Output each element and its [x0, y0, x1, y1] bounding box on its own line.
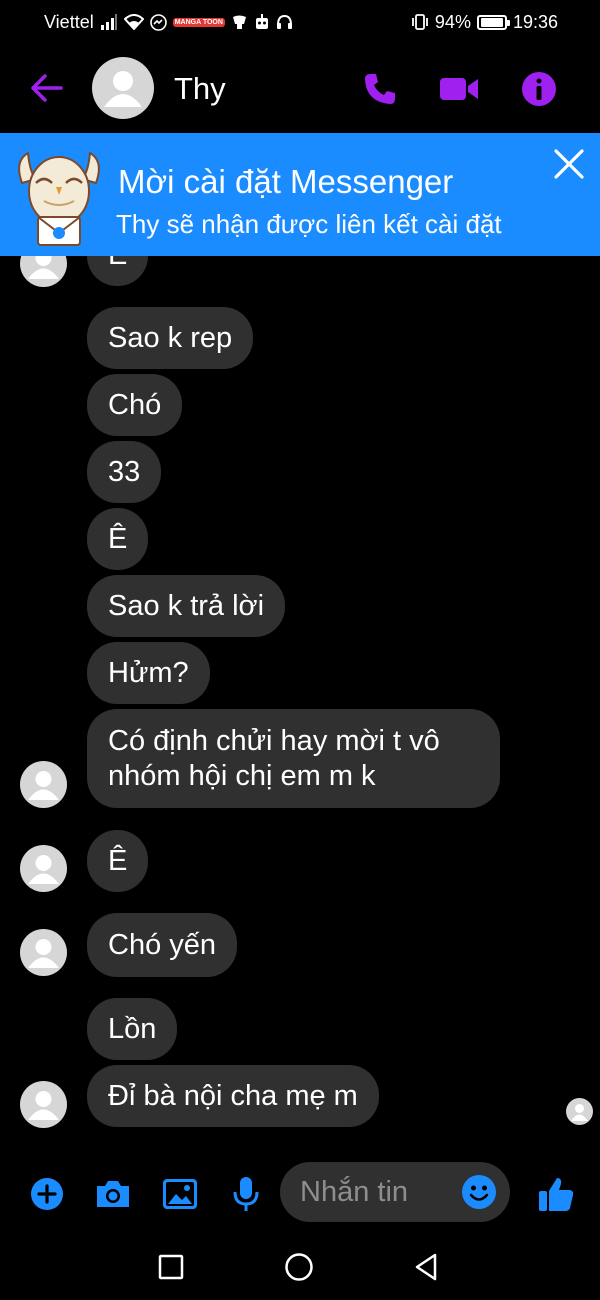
clock: 19:36: [512, 11, 558, 32]
message-text: Đỉ bà nội cha mẹ m: [108, 1079, 358, 1112]
image-icon: [163, 1179, 197, 1209]
camera-icon: [97, 1181, 129, 1207]
banner-subtitle: Thy sẽ nhận được liên kết cài đặt: [116, 209, 502, 239]
back-arrow-icon: [31, 74, 63, 102]
system-navigation-bar: [0, 1238, 600, 1300]
install-messenger-banner[interactable]: Mời cài đặt Messenger Thy sẽ nhận được l…: [0, 133, 600, 256]
microphone-icon: [233, 1177, 259, 1211]
message-bubble[interactable]: Ê: [87, 830, 149, 892]
message-bubble[interactable]: Lồn: [87, 998, 178, 1060]
app-notification-icon: [231, 14, 248, 30]
battery-level-fill: [480, 17, 504, 27]
default-avatar-icon: [28, 771, 59, 800]
message-text: Sao k rep: [108, 321, 233, 354]
messenger-notification-icon: [149, 13, 167, 31]
contact-avatar[interactable]: [92, 57, 154, 119]
sender-avatar[interactable]: [20, 761, 67, 808]
default-avatar-icon: [104, 71, 142, 107]
like-button[interactable]: [536, 1174, 576, 1214]
status-right: 94% 19:36: [411, 12, 558, 33]
emoji-button[interactable]: [461, 1174, 497, 1210]
message-bubble[interactable]: Sao k trả lời: [87, 575, 286, 637]
headphones-notification-icon: [276, 14, 293, 30]
sender-avatar[interactable]: [20, 1081, 67, 1128]
wifi-icon: [123, 14, 144, 30]
info-icon: [522, 72, 556, 106]
message-text: Hửm?: [108, 656, 189, 689]
phone-icon: [365, 74, 395, 104]
robot-notification-icon: [254, 14, 270, 30]
message-text-line: nhóm hội chị em m k: [108, 759, 376, 792]
more-actions-button[interactable]: [27, 1174, 67, 1214]
default-avatar-icon: [571, 1104, 588, 1121]
owl-mascot-icon: [14, 143, 104, 251]
battery-icon: [476, 14, 510, 30]
gallery-button[interactable]: [160, 1174, 200, 1214]
message-text: Ê: [108, 256, 127, 272]
message-bubble[interactable]: Có định chửi hay mời t vô nhóm hội chị e…: [87, 709, 500, 808]
banner-title: Mời cài đặt Messenger: [118, 163, 454, 200]
message-text-line: Có định chửi hay mời t vô: [108, 724, 440, 757]
back-icon: [415, 1253, 437, 1281]
voice-message-button[interactable]: [226, 1174, 266, 1214]
banner-close-button[interactable]: [552, 147, 586, 181]
home-button[interactable]: [284, 1252, 314, 1282]
message-text: Chó: [108, 388, 162, 421]
message-text: Ê: [108, 844, 128, 877]
message-text: 33: [108, 455, 141, 488]
message-text: Ê: [108, 522, 128, 555]
message-list[interactable]: Ê Sao k rep Chó 33 Ê Sao k trả lời Hửm? …: [0, 256, 600, 1156]
plus-icon: [31, 1178, 63, 1210]
message-text: Sao k trả lời: [108, 589, 265, 622]
message-bubble[interactable]: Chó yến: [87, 913, 238, 977]
seen-indicator-avatar: [566, 1098, 593, 1125]
sender-avatar[interactable]: [20, 845, 67, 892]
battery-percent: 94%: [434, 11, 471, 32]
signal-icon: [100, 14, 118, 30]
message-bubble[interactable]: Chó: [87, 374, 183, 436]
sender-avatar[interactable]: [20, 256, 67, 287]
home-icon: [285, 1253, 313, 1281]
sender-avatar[interactable]: [20, 929, 67, 976]
conversation-header: Thy: [0, 44, 600, 132]
carrier-label: Viettel: [44, 11, 94, 32]
message-bubble[interactable]: Đỉ bà nội cha mẹ m: [87, 1065, 379, 1127]
message-bubble[interactable]: Ê: [87, 508, 149, 570]
default-avatar-icon: [28, 1091, 59, 1120]
message-text: Lồn: [108, 1012, 157, 1045]
status-bar: Viettel MANGA TOON 94% 19:36: [0, 0, 600, 44]
status-left: Viettel MANGA TOON: [44, 12, 293, 33]
message-bubble[interactable]: Sao k rep: [87, 307, 254, 369]
default-avatar-icon: [28, 256, 59, 279]
vibrate-icon: [411, 14, 429, 30]
video-camera-icon: [440, 78, 478, 100]
composer: Nhắn tin: [0, 1158, 600, 1228]
default-avatar-icon: [28, 855, 59, 884]
mangatoon-icon: MANGA TOON: [172, 17, 225, 27]
message-bubble[interactable]: 33: [87, 441, 162, 503]
thumbs-up-icon: [539, 1178, 574, 1211]
contact-name[interactable]: Thy: [174, 71, 226, 107]
close-icon: [554, 149, 584, 179]
info-button[interactable]: [518, 68, 560, 110]
emoji-icon: [462, 1175, 496, 1209]
back-button[interactable]: [28, 70, 64, 106]
message-input-placeholder: Nhắn tin: [300, 1176, 409, 1208]
recent-apps-icon: [158, 1254, 184, 1280]
video-call-button[interactable]: [438, 68, 480, 110]
message-text: Chó yến: [108, 928, 217, 961]
message-bubble[interactable]: Hửm?: [87, 642, 210, 704]
voice-call-button[interactable]: [359, 68, 401, 110]
camera-button[interactable]: [93, 1174, 133, 1214]
system-back-button[interactable]: [412, 1252, 442, 1282]
default-avatar-icon: [28, 939, 59, 968]
recent-apps-button[interactable]: [156, 1252, 186, 1282]
message-bubble[interactable]: Ê: [87, 256, 149, 286]
